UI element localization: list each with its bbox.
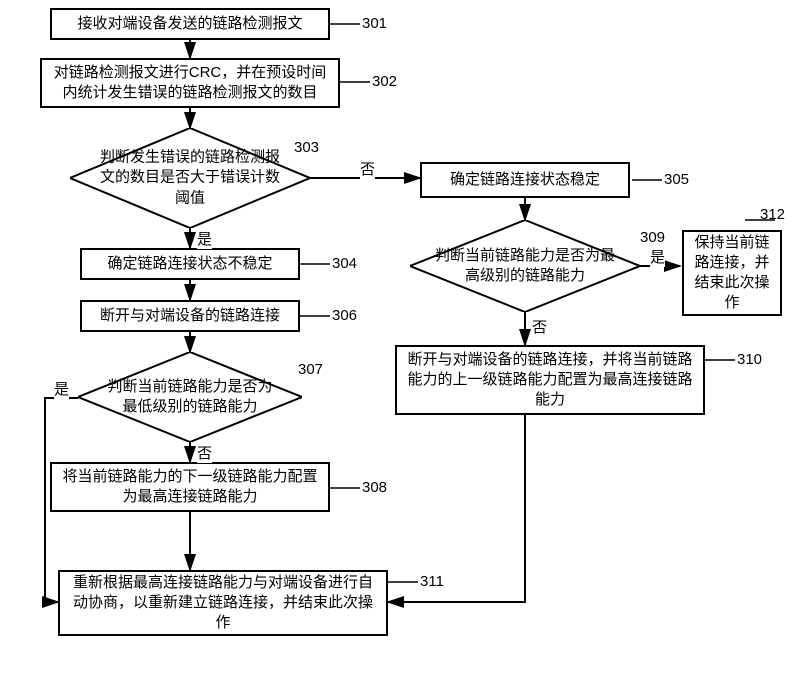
node-304-text: 确定链路连接状态不稳定	[107, 254, 272, 274]
node-303-text: 判断发生错误的链路检测报文的数目是否大于错误计数阈值	[100, 149, 280, 207]
node-312: 保持当前链路连接，并结束此次操作	[682, 230, 782, 316]
node-303: 判断发生错误的链路检测报文的数目是否大于错误计数阈值	[70, 128, 310, 228]
node-301: 接收对端设备发送的链路检测报文	[50, 8, 330, 40]
node-308: 将当前链路能力的下一级链路能力配置为最高连接链路能力	[50, 462, 330, 512]
node-306: 断开与对端设备的链路连接	[80, 300, 300, 332]
node-310-text: 断开与对端设备的链路连接，并将当前链路能力的上一级链路能力配置为最高连接链路能力	[405, 350, 695, 411]
node-305: 确定链路连接状态稳定	[420, 162, 630, 198]
node-311: 重新根据最高连接链路能力与对端设备进行自动协商，以重新建立链路连接，并结束此次操…	[58, 570, 388, 636]
ref-308: 308	[362, 479, 387, 496]
node-307-text: 判断当前链路能力是否为最低级别的链路能力	[107, 378, 272, 415]
ref-304: 304	[332, 255, 357, 272]
node-302: 对链路检测报文进行CRC，并在预设时间内统计发生错误的链路检测报文的数目	[40, 58, 340, 108]
ref-312: 312	[760, 206, 785, 223]
node-309: 判断当前链路能力是否为最高级别的链路能力	[410, 220, 640, 312]
ref-302: 302	[372, 73, 397, 90]
label-307-no: 否	[197, 442, 212, 463]
node-310: 断开与对端设备的链路连接，并将当前链路能力的上一级链路能力配置为最高连接链路能力	[395, 345, 705, 415]
ref-301: 301	[362, 15, 387, 32]
label-303-no: 否	[360, 158, 375, 179]
node-308-text: 将当前链路能力的下一级链路能力配置为最高连接链路能力	[60, 467, 320, 508]
ref-303: 303	[294, 139, 319, 156]
ref-306: 306	[332, 307, 357, 324]
node-311-text: 重新根据最高连接链路能力与对端设备进行自动协商，以重新建立链路连接，并结束此次操…	[68, 573, 378, 634]
node-312-text: 保持当前链路连接，并结束此次操作	[692, 233, 772, 314]
node-309-text: 判断当前链路能力是否为最高级别的链路能力	[435, 247, 615, 284]
node-302-text: 对链路检测报文进行CRC，并在预设时间内统计发生错误的链路检测报文的数目	[50, 63, 330, 104]
ref-307: 307	[298, 361, 323, 378]
label-303-yes: 是	[197, 228, 212, 249]
label-309-no: 否	[532, 316, 547, 337]
node-304: 确定链路连接状态不稳定	[80, 248, 300, 280]
node-306-text: 断开与对端设备的链路连接	[100, 306, 280, 326]
node-301-text: 接收对端设备发送的链路检测报文	[77, 14, 302, 34]
ref-305: 305	[664, 171, 689, 188]
label-309-yes: 是	[650, 246, 665, 267]
ref-311: 311	[420, 573, 444, 590]
label-307-yes: 是	[54, 378, 69, 399]
ref-310: 310	[737, 351, 762, 368]
ref-309: 309	[640, 229, 665, 246]
node-305-text: 确定链路连接状态稳定	[450, 170, 600, 190]
node-307: 判断当前链路能力是否为最低级别的链路能力	[78, 352, 302, 442]
